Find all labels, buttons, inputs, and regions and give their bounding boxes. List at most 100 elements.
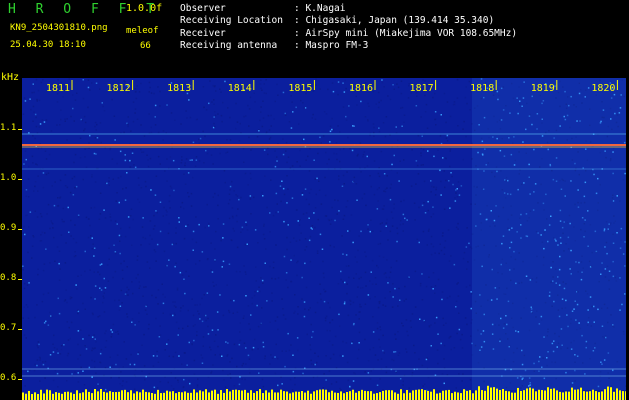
noise-speck xyxy=(458,328,461,331)
noise-speck xyxy=(154,194,157,196)
noise-speck xyxy=(31,257,33,259)
noise-speck xyxy=(403,199,405,202)
noise-speck xyxy=(333,246,335,248)
noise-speck xyxy=(195,263,197,265)
noise-speck xyxy=(270,125,272,127)
x-tick-label: 1814 xyxy=(228,83,252,94)
noise-speck xyxy=(383,173,386,175)
noise-speck xyxy=(83,129,85,132)
noise-speck xyxy=(125,187,127,189)
noise-speck xyxy=(466,268,468,270)
noise-speck xyxy=(434,92,436,95)
noise-speck xyxy=(121,385,124,387)
noise-speck xyxy=(393,207,395,210)
noise-speck xyxy=(108,258,110,260)
noise-speck xyxy=(94,125,96,128)
noise-speck xyxy=(213,103,215,105)
noise-speck xyxy=(42,186,45,189)
noise-speck xyxy=(72,94,74,96)
noise-speck xyxy=(63,220,65,223)
noise-speck xyxy=(389,187,392,189)
baseline-bar xyxy=(367,391,369,400)
noise-speck xyxy=(469,284,471,287)
noise-speck xyxy=(243,315,245,317)
noise-speck xyxy=(198,223,200,226)
baseline-bar xyxy=(385,390,387,400)
noise-speck xyxy=(130,353,132,356)
noise-speck xyxy=(84,121,87,124)
noise-speck xyxy=(284,112,286,115)
baseline-bar xyxy=(214,389,216,400)
noise-speck xyxy=(197,310,199,312)
noise-speck xyxy=(207,317,209,320)
noise-speck xyxy=(203,162,205,164)
noise-speck xyxy=(255,266,257,268)
noise-speck xyxy=(103,209,105,211)
noise-speck xyxy=(239,122,241,125)
noise-speck xyxy=(102,295,104,297)
noise-speck xyxy=(470,291,472,293)
noise-speck xyxy=(255,280,257,282)
baseline-bar xyxy=(277,392,279,400)
noise-speck xyxy=(262,389,264,392)
noise-speck xyxy=(150,189,152,191)
noise-speck xyxy=(201,362,204,364)
noise-speck xyxy=(46,213,48,215)
noise-speck xyxy=(165,209,167,212)
noise-speck xyxy=(385,222,388,224)
noise-speck xyxy=(329,125,332,127)
noise-speck xyxy=(395,132,398,134)
baseline-bar xyxy=(229,391,231,400)
noise-speck xyxy=(420,154,422,157)
noise-speck xyxy=(70,321,73,324)
noise-speck xyxy=(250,177,252,180)
noise-speck xyxy=(32,83,34,85)
noise-speck xyxy=(193,373,196,375)
noise-speck xyxy=(287,188,289,190)
noise-speck xyxy=(66,380,68,382)
meta-key: Observer xyxy=(180,3,226,14)
noise-speck xyxy=(129,363,131,366)
noise-speck xyxy=(77,275,79,277)
noise-speck xyxy=(428,276,430,278)
noise-speck xyxy=(285,150,287,152)
noise-speck xyxy=(87,236,90,239)
baseline-bar xyxy=(49,390,51,400)
noise-speck xyxy=(87,86,90,89)
noise-speck xyxy=(430,216,432,218)
noise-speck xyxy=(177,381,179,383)
noise-speck xyxy=(379,378,381,380)
noise-speck xyxy=(168,222,170,225)
noise-speck xyxy=(345,119,348,121)
noise-speck xyxy=(168,200,171,203)
noise-speck xyxy=(59,268,61,270)
noise-speck xyxy=(173,312,176,315)
noise-speck xyxy=(449,148,452,151)
baseline-bar xyxy=(484,390,486,400)
noise-speck xyxy=(249,198,252,200)
noise-speck xyxy=(207,333,210,335)
noise-speck xyxy=(213,122,215,125)
noise-speck xyxy=(263,225,265,227)
noise-speck xyxy=(42,293,45,296)
noise-speck xyxy=(73,255,76,258)
noise-speck xyxy=(123,341,125,343)
noise-speck xyxy=(382,256,385,258)
noise-speck xyxy=(304,238,307,240)
noise-speck xyxy=(361,197,363,200)
noise-speck xyxy=(210,349,212,351)
noise-speck xyxy=(432,96,434,99)
noise-speck xyxy=(318,189,321,191)
noise-speck xyxy=(172,314,174,317)
noise-speck xyxy=(182,305,184,307)
noise-speck xyxy=(128,226,131,229)
noise-speck xyxy=(201,297,203,300)
baseline-bar xyxy=(433,389,435,400)
noise-speck xyxy=(322,387,325,389)
noise-speck xyxy=(124,199,127,201)
baseline-bar xyxy=(148,392,150,400)
noise-speck xyxy=(129,166,132,168)
noise-speck xyxy=(427,200,429,203)
noise-speck xyxy=(323,373,325,375)
noise-speck xyxy=(384,272,387,274)
